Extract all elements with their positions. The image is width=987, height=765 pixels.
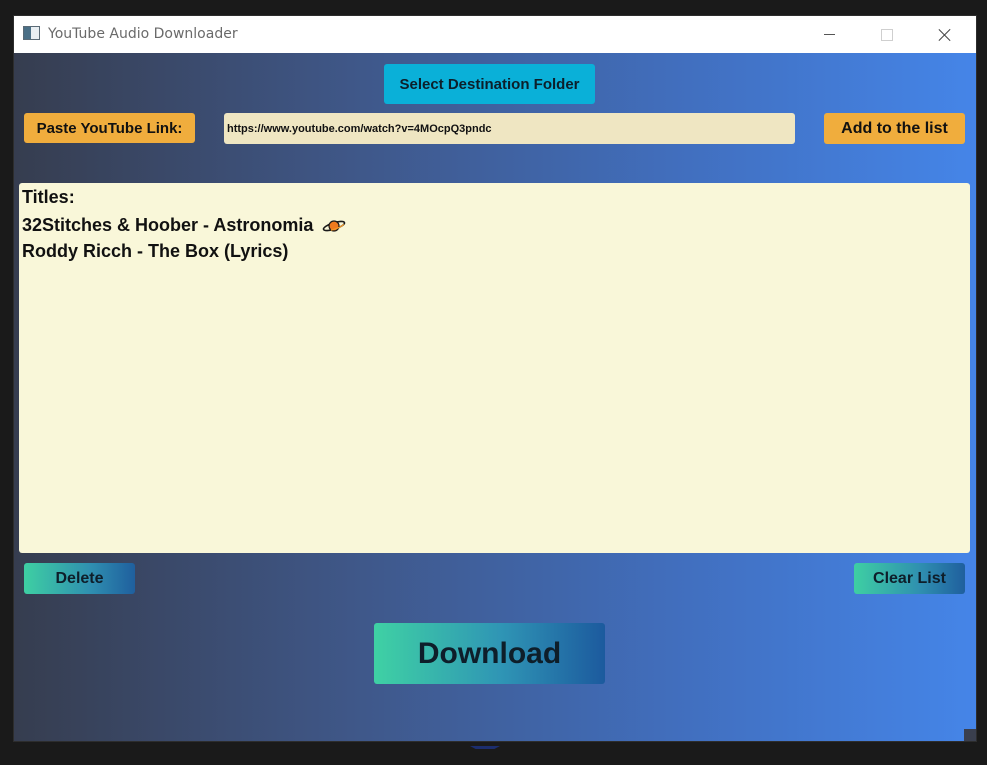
minimize-button[interactable]	[806, 16, 852, 53]
titles-list[interactable]: Titles: 32Stitches & Hoober - Astronomia…	[19, 183, 970, 553]
list-item-label: 32Stitches & Hoober - Astronomia	[22, 215, 314, 235]
partial-shape-icon	[470, 741, 500, 749]
list-item-label: Roddy Ricch - The Box (Lyrics)	[22, 241, 289, 261]
resize-grip[interactable]	[964, 729, 976, 741]
paste-youtube-link-button[interactable]: Paste YouTube Link:	[24, 113, 195, 143]
add-to-list-button[interactable]: Add to the list	[824, 113, 965, 144]
delete-button[interactable]: Delete	[24, 563, 135, 594]
window-title: YouTube Audio Downloader	[48, 26, 238, 42]
minimize-icon	[823, 34, 835, 35]
app-window: YouTube Audio Downloader Select Destinat…	[14, 16, 976, 741]
download-button[interactable]: Download	[374, 623, 605, 684]
close-button[interactable]	[922, 16, 968, 53]
select-destination-folder-button[interactable]: Select Destination Folder	[384, 64, 595, 104]
close-icon	[938, 28, 952, 42]
list-item[interactable]: 32Stitches & Hoober - Astronomia	[22, 215, 346, 236]
clear-list-button[interactable]: Clear List	[854, 563, 965, 594]
list-item[interactable]: Roddy Ricch - The Box (Lyrics)	[22, 241, 288, 262]
maximize-button[interactable]	[864, 16, 910, 53]
main-area: Select Destination Folder Paste YouTube …	[14, 53, 976, 741]
youtube-url-input[interactable]	[224, 113, 795, 144]
app-icon	[23, 26, 40, 40]
titles-heading: Titles:	[22, 187, 75, 207]
maximize-icon	[881, 28, 893, 41]
planet-icon	[322, 218, 346, 234]
title-bar[interactable]: YouTube Audio Downloader	[14, 16, 976, 53]
